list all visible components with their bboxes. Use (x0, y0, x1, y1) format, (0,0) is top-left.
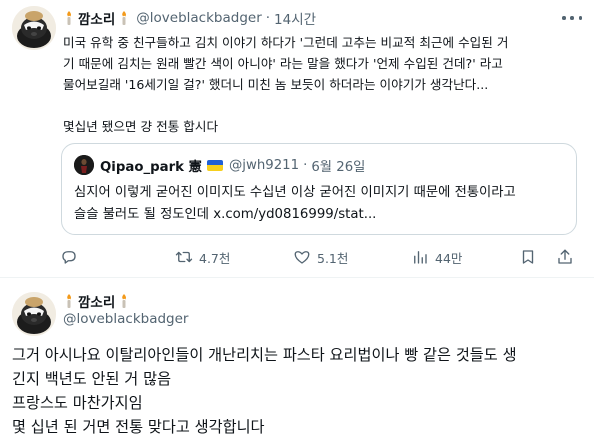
retweet-count: 4.7천 (199, 250, 231, 266)
reply-text-line: 몇 십년 된 거면 전통 맞다고 생각합니다 (12, 418, 265, 436)
reply-handle[interactable]: @loveblackbadger (63, 311, 188, 327)
bookmark-icon (519, 248, 537, 266)
torch-emoji (63, 10, 75, 26)
reply-text-line: 그거 아시나요 이탈리아인들이 개난리치는 파스타 요리법이나 빵 같은 것들도… (12, 346, 517, 364)
like-button[interactable]: 5.1천 (293, 246, 348, 268)
share-icon (556, 248, 574, 266)
quote-author-name: Qipao_park 憲 (100, 159, 202, 175)
more-dots-icon[interactable] (562, 10, 582, 26)
quote-tweet[interactable]: Qipao_park 憲 @jwh9211 · 6월 26일 심지어 이렇게 굳… (61, 143, 577, 235)
retweet-icon (175, 248, 193, 266)
tweet-text-line: 미국 유학 중 친구들하고 김치 이야기 하다가 '그런데 고추는 비교적 최근… (63, 35, 509, 50)
reply-text-line: 프랑스도 마찬가지임 (12, 394, 143, 412)
action-bar: 4.7천 5.1천 44만 (60, 246, 580, 268)
badger-avatar[interactable] (12, 6, 56, 50)
reply-icon (60, 248, 78, 266)
tweet-text: 미국 유학 중 친구들하고 김치 이야기 하다가 '그런데 고추는 비교적 최근… (63, 32, 583, 137)
reply-button[interactable] (60, 246, 84, 268)
quote-handle: @jwh9211 (228, 157, 300, 173)
torch-emoji (63, 293, 75, 309)
tweet-header: 깜소리 @loveblackbadger · 14시간 (63, 8, 316, 28)
quote-header: Qipao_park 憲 @jwh9211 · 6월 26일 (100, 155, 365, 175)
torch-emoji (118, 293, 130, 309)
tweet-text-line: 몇십년 됐으면 걍 전통 합시다 (63, 119, 219, 134)
reply-header: 깜소리 (63, 291, 130, 311)
share-button[interactable] (556, 246, 574, 268)
retweet-button[interactable]: 4.7천 (175, 246, 230, 268)
view-count: 44만 (435, 250, 463, 266)
badger-avatar[interactable] (12, 292, 56, 336)
reply-text-line: 긴지 백년도 안된 거 많음 (12, 370, 172, 388)
tweet-text-line: 기 때문에 김치는 원래 빨간 색이 아니야' 라는 말을 했다가 '언제 수입… (63, 56, 503, 71)
tweet[interactable]: 깜소리 @loveblackbadger · 14시간 미국 유학 중 친구들하… (0, 0, 594, 278)
reply-text: 그거 아시나요 이탈리아인들이 개난리치는 파스타 요리법이나 빵 같은 것들도… (12, 343, 587, 439)
tweet-time[interactable]: 14시간 (274, 8, 316, 28)
quote-text: 심지어 이렇게 굳어진 이미지도 수십년 이상 굳어진 이미지기 때문에 전통이… (74, 182, 574, 226)
torch-emoji (118, 10, 130, 26)
quote-date: 6월 26일 (311, 159, 366, 175)
separator-dot: · (265, 10, 271, 26)
author-name[interactable]: 깜소리 (78, 8, 115, 28)
quote-text-line: 심지어 이렇게 굳어진 이미지도 수십년 이상 굳어진 이미지기 때문에 전통이… (74, 185, 516, 200)
quote-text-line: 슬슬 불러도 될 정도인데 x.com/yd0816999/stat... (74, 207, 377, 222)
separator-dot: · (303, 157, 308, 173)
figure-avatar (74, 155, 94, 175)
tweet-text-line: 물어보길래 '16세기일 걸?' 했더니 미친 놈 보듯이 하더라는 이야기가 … (63, 77, 489, 92)
views-button[interactable]: 44만 (411, 246, 462, 268)
views-icon (411, 248, 429, 266)
ukraine-flag (206, 159, 223, 171)
bookmark-button[interactable] (519, 246, 537, 268)
reply-author-name[interactable]: 깜소리 (78, 291, 115, 311)
heart-icon (293, 248, 311, 266)
author-handle[interactable]: @loveblackbadger (136, 10, 261, 26)
like-count: 5.1천 (317, 250, 349, 266)
